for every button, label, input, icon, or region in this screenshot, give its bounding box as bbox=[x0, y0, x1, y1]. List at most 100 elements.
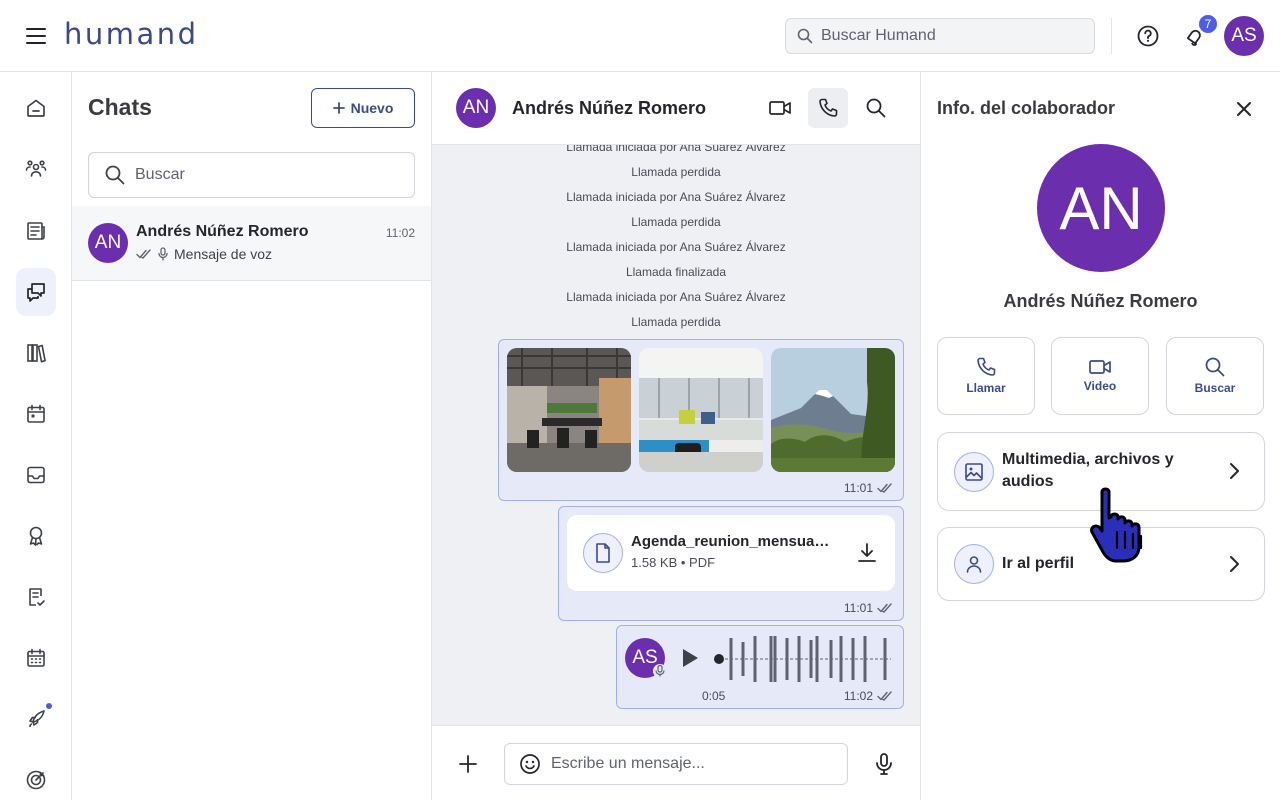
nav-chats[interactable] bbox=[16, 268, 56, 316]
global-search-input[interactable]: Buscar Humand bbox=[785, 18, 1095, 54]
hamburger-menu-icon[interactable] bbox=[20, 20, 52, 52]
chat-list-panel: Chats Nuevo Buscar AN Andrés Núñez Romer… bbox=[72, 72, 432, 800]
system-message: Llamada iniciada por Ana Suárez Álvarez bbox=[566, 145, 786, 154]
record-microphone-icon[interactable] bbox=[872, 752, 896, 776]
video-button[interactable]: Video bbox=[1051, 337, 1149, 415]
new-chat-label: Nuevo bbox=[350, 100, 394, 116]
attach-plus-icon[interactable] bbox=[456, 752, 480, 776]
search-button[interactable]: Buscar bbox=[1166, 337, 1264, 415]
message-time: 11:01 bbox=[843, 481, 873, 495]
badge-icon bbox=[25, 525, 47, 547]
system-message: Llamada perdida bbox=[631, 215, 721, 229]
nav-onboarding[interactable] bbox=[16, 695, 56, 743]
double-check-icon bbox=[877, 482, 893, 494]
nav-news[interactable] bbox=[16, 207, 56, 255]
user-avatar[interactable]: AS bbox=[1224, 16, 1264, 56]
message-time: 11:02 bbox=[843, 689, 873, 703]
video-label: Video bbox=[1083, 379, 1117, 393]
person-icon bbox=[954, 544, 994, 584]
nav-time-off[interactable] bbox=[16, 634, 56, 682]
system-message: Llamada perdida bbox=[631, 165, 721, 179]
download-icon[interactable] bbox=[855, 541, 879, 565]
avatar[interactable]: AN bbox=[456, 88, 496, 128]
call-button[interactable]: Llamar bbox=[937, 337, 1035, 415]
microphone-icon bbox=[156, 247, 170, 261]
chat-search-placeholder: Buscar bbox=[135, 166, 185, 183]
message-input[interactable]: Escribe un mensaje... bbox=[504, 743, 848, 785]
message-composer: Escribe un mensaje... bbox=[432, 725, 920, 800]
conversation-search-button[interactable] bbox=[856, 88, 896, 128]
nav-forms[interactable] bbox=[16, 573, 56, 621]
double-check-icon bbox=[877, 690, 893, 702]
top-bar: humand Buscar Humand 7 AS bbox=[0, 0, 1280, 72]
chat-search-input[interactable]: Buscar bbox=[88, 152, 415, 198]
new-chat-button[interactable]: Nuevo bbox=[311, 88, 415, 128]
system-message: Llamada perdida bbox=[631, 315, 721, 329]
humand-logo[interactable]: humand bbox=[64, 17, 199, 51]
system-message: Llamada iniciada por Ana Suárez Álvarez bbox=[566, 290, 786, 304]
calendar-grid-icon bbox=[25, 647, 47, 669]
image-thumbnail-office-lounge[interactable] bbox=[507, 348, 631, 472]
microphone-icon bbox=[653, 664, 667, 678]
audio-duration: 0:05 bbox=[702, 689, 726, 703]
file-info: 1.58 KB • PDF bbox=[631, 555, 716, 570]
audio-message-bubble[interactable]: AS 0:05 11:02 bbox=[616, 625, 904, 709]
nav-library[interactable] bbox=[16, 329, 56, 377]
checklist-icon bbox=[25, 586, 47, 608]
images-message-bubble[interactable]: 11:01 bbox=[498, 339, 904, 501]
video-camera-icon bbox=[1089, 359, 1111, 375]
close-icon[interactable] bbox=[1231, 96, 1257, 122]
chat-list-item[interactable]: AN Andrés Núñez Romero 11:02 Mensaje de … bbox=[72, 206, 431, 281]
image-thumbnail-volcano-landscape[interactable] bbox=[771, 348, 895, 472]
nav-calendar[interactable] bbox=[16, 390, 56, 438]
global-search-placeholder: Buscar Humand bbox=[821, 27, 936, 44]
info-panel-title: Info. del colaborador bbox=[937, 98, 1116, 118]
phone-icon bbox=[976, 357, 996, 377]
chevron-right-icon bbox=[1224, 554, 1244, 574]
system-message: Llamada finalizada bbox=[625, 265, 727, 279]
new-item-dot bbox=[46, 703, 52, 709]
video-call-button[interactable] bbox=[760, 88, 800, 128]
search-icon bbox=[866, 98, 886, 118]
search-icon bbox=[1205, 357, 1225, 377]
search-icon bbox=[797, 28, 813, 44]
nav-recognition[interactable] bbox=[16, 512, 56, 560]
help-icon[interactable] bbox=[1134, 22, 1162, 50]
nav-inbox[interactable] bbox=[16, 451, 56, 499]
go-to-profile-label: Ir al perfil bbox=[1002, 555, 1075, 572]
image-thumbnail-office-desks[interactable] bbox=[639, 348, 763, 472]
conversation-panel: AN Andrés Núñez Romero Llamada iniciada … bbox=[432, 72, 921, 800]
nav-home[interactable] bbox=[16, 84, 56, 132]
library-icon bbox=[25, 342, 47, 364]
divider bbox=[1111, 18, 1112, 54]
audio-waveform[interactable] bbox=[713, 634, 893, 684]
message-time: 11:01 bbox=[843, 601, 873, 615]
double-check-icon bbox=[136, 248, 152, 260]
file-message-bubble[interactable]: Agenda_reunion_mensual.pdf 1.58 KB • PDF… bbox=[558, 506, 904, 621]
message-meta: 11:01 bbox=[844, 601, 893, 615]
chat-last-message-text: Mensaje de voz bbox=[174, 246, 273, 262]
messages-area[interactable]: Llamada iniciada por Ana Suárez Álvarez … bbox=[432, 145, 920, 725]
play-icon[interactable] bbox=[677, 646, 701, 670]
system-message: Llamada iniciada por Ana Suárez Álvarez bbox=[566, 190, 786, 204]
search-label: Buscar bbox=[1194, 381, 1236, 395]
conversation-contact-name[interactable]: Andrés Núñez Romero bbox=[512, 98, 706, 119]
nav-people[interactable] bbox=[16, 145, 56, 193]
chat-time: 11:02 bbox=[385, 226, 415, 240]
hand-pointer-cursor-icon bbox=[1086, 486, 1156, 564]
nav-goals[interactable] bbox=[16, 756, 56, 804]
chat-contact-name: Andrés Núñez Romero bbox=[136, 223, 309, 240]
conversation-header: AN Andrés Núñez Romero bbox=[432, 72, 920, 145]
plus-icon bbox=[332, 102, 345, 114]
chat-last-message: Mensaje de voz bbox=[136, 246, 272, 262]
collaborator-info-panel: Info. del colaborador AN Andrés Núñez Ro… bbox=[921, 72, 1280, 800]
voice-call-button[interactable] bbox=[808, 88, 848, 128]
phone-icon bbox=[818, 98, 838, 118]
image-icon bbox=[954, 452, 994, 492]
file-attachment-card[interactable]: Agenda_reunion_mensual.pdf 1.58 KB • PDF bbox=[567, 515, 895, 591]
search-icon bbox=[105, 165, 125, 185]
message-input-placeholder: Escribe un mensaje... bbox=[551, 755, 705, 772]
emoji-icon[interactable] bbox=[519, 753, 541, 775]
call-label: Llamar bbox=[966, 381, 1006, 395]
inbox-icon bbox=[25, 464, 47, 486]
